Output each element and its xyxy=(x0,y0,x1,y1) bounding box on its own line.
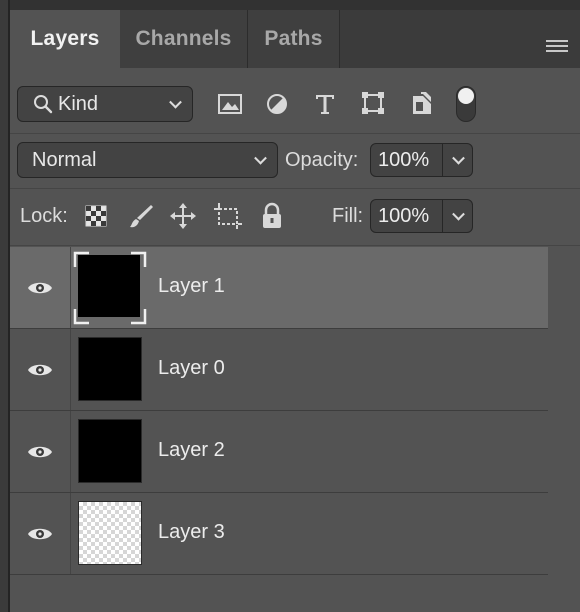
opacity-dropdown-button[interactable] xyxy=(443,143,473,177)
layer-row[interactable]: Layer 2 xyxy=(10,411,548,493)
layers-empty-area xyxy=(10,575,580,612)
fill-label: Fill: xyxy=(332,205,364,227)
chevron-down-icon xyxy=(169,95,182,109)
visibility-toggle[interactable] xyxy=(10,411,71,492)
layers-scroll-gutter xyxy=(548,247,580,575)
tab-layers[interactable]: Layers xyxy=(10,10,120,68)
visibility-toggle[interactable] xyxy=(10,247,71,328)
blend-mode-select[interactable]: Normal xyxy=(17,142,278,178)
tab-paths[interactable]: Paths xyxy=(248,10,340,68)
filter-toggle-icon[interactable] xyxy=(456,86,476,122)
type-filter-icon[interactable] xyxy=(313,92,337,116)
layer-thumbnail[interactable] xyxy=(78,419,142,483)
eye-icon xyxy=(28,528,52,540)
layer-row[interactable]: Layer 0 xyxy=(10,329,548,411)
opacity-label: Opacity: xyxy=(285,149,359,171)
row-separator xyxy=(10,245,580,246)
kind-filter-label: Kind xyxy=(58,92,99,115)
row-separator xyxy=(10,133,580,134)
adjustment-filter-icon[interactable] xyxy=(265,92,289,116)
row-separator xyxy=(10,188,580,189)
kind-filter-select[interactable]: Kind xyxy=(17,86,193,122)
shape-filter-icon[interactable] xyxy=(360,90,386,116)
fill-input[interactable]: 100% xyxy=(370,199,443,233)
layer-row[interactable]: Layer 3 xyxy=(10,493,548,575)
lock-all-icon[interactable] xyxy=(260,202,284,230)
lock-artboard-icon[interactable] xyxy=(213,202,243,230)
layer-row[interactable]: Layer 1 xyxy=(10,247,548,329)
panel-menu-icon[interactable] xyxy=(546,40,568,56)
tab-bar: Layers Channels Paths xyxy=(10,10,580,68)
opacity-input[interactable]: 100% xyxy=(370,143,443,177)
chevron-down-icon xyxy=(254,151,267,165)
visibility-toggle[interactable] xyxy=(10,329,71,410)
lock-transparent-pixels-icon[interactable] xyxy=(84,204,108,228)
blend-mode-value: Normal xyxy=(32,148,97,171)
image-filter-icon[interactable] xyxy=(217,92,243,116)
eye-icon xyxy=(28,282,52,294)
visibility-toggle[interactable] xyxy=(10,493,71,574)
layer-name[interactable]: Layer 0 xyxy=(158,357,225,380)
chevron-down-icon xyxy=(452,207,465,221)
layers-panel: Layers Channels Paths Kind Normal Opacit… xyxy=(0,0,580,612)
smart-object-filter-icon[interactable] xyxy=(410,90,434,116)
search-icon xyxy=(34,95,53,114)
chevron-down-icon xyxy=(452,151,465,165)
layer-thumbnail[interactable] xyxy=(78,337,142,401)
tab-channels[interactable]: Channels xyxy=(120,10,248,68)
fill-dropdown-button[interactable] xyxy=(443,199,473,233)
selection-corners-icon xyxy=(73,251,147,325)
lock-image-pixels-icon[interactable] xyxy=(127,202,155,230)
lock-position-icon[interactable] xyxy=(169,202,197,230)
layer-name[interactable]: Layer 1 xyxy=(158,275,225,298)
lock-label: Lock: xyxy=(20,205,68,227)
layer-name[interactable]: Layer 3 xyxy=(158,521,225,544)
eye-icon xyxy=(28,446,52,458)
layer-thumbnail[interactable] xyxy=(78,501,142,565)
eye-icon xyxy=(28,364,52,376)
layer-name[interactable]: Layer 2 xyxy=(158,439,225,462)
